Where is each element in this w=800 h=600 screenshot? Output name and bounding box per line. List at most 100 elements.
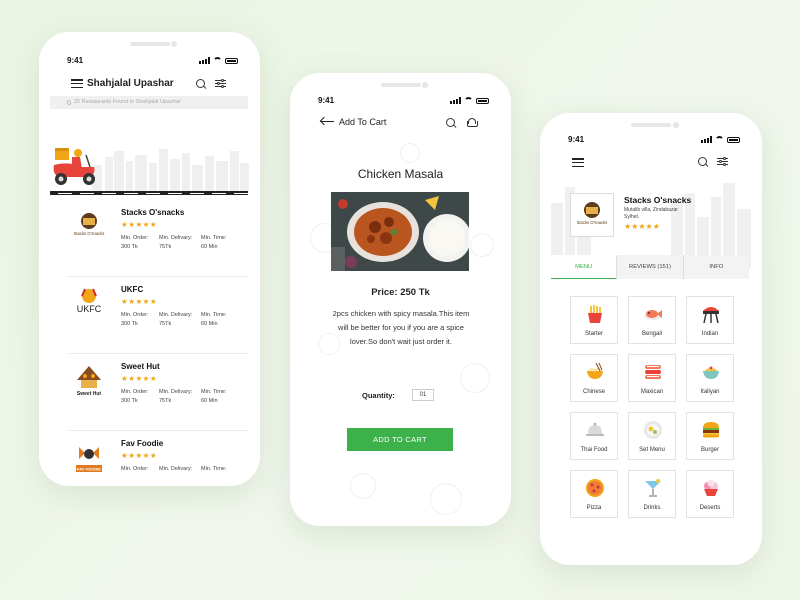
background-doodle — [430, 483, 462, 515]
cocktail-icon — [645, 479, 661, 497]
category-italiyan[interactable]: Italiyan — [686, 354, 734, 402]
logo-text: FAV FOODIE — [77, 467, 101, 472]
category-maxican[interactable]: Maxican — [628, 354, 676, 402]
filter-icon[interactable] — [717, 157, 728, 166]
basket-icon[interactable] — [466, 118, 478, 127]
search-icon[interactable] — [446, 118, 456, 128]
category-set-menu[interactable]: Set Menu — [628, 412, 676, 460]
min-order: Min. Order: — [121, 466, 149, 472]
battery-icon — [225, 57, 238, 64]
logo-text: Stacks O'snacks — [577, 220, 608, 225]
min-time: Min. Time: 60 Min — [201, 235, 227, 250]
pizza-icon — [586, 479, 604, 497]
camera-dot — [422, 82, 428, 88]
min-order: Min. Order: 300 Tk — [121, 312, 149, 327]
restaurant-list-screen: 9:41 Shahjalal Upashar 25 Restaurants Fo… — [39, 32, 260, 486]
restaurant-name: Fav Foodie — [121, 439, 164, 448]
category-grid: Starter Bengali Indian Chinese Maxican I… — [570, 296, 734, 518]
background-doodle — [470, 233, 494, 257]
category-chinese[interactable]: Chinese — [570, 354, 618, 402]
category-label: Italiyan — [700, 389, 720, 395]
rating-stars: ★★★★★ — [121, 451, 158, 460]
location-bar[interactable]: 25 Restaurants Found in Shahjalal Upasha… — [50, 96, 248, 109]
category-label: Chinese — [582, 389, 605, 395]
cloche-icon — [586, 422, 604, 436]
road-divider — [50, 191, 248, 195]
category-starter[interactable]: Starter — [570, 296, 618, 344]
logo-text: UKFC — [77, 304, 102, 314]
restaurant-name: Stacks O'snacks — [121, 208, 185, 217]
category-burger[interactable]: Burger — [686, 412, 734, 460]
category-label: Burger — [700, 447, 719, 453]
speaker-notch — [129, 42, 170, 46]
min-order: Min. Order: 300 Tk — [121, 389, 149, 404]
category-label: Thai Food — [580, 447, 608, 453]
battery-icon — [727, 136, 740, 143]
restaurant-card[interactable]: Sweet Hut Sweet Hut ★★★★★ Min. Order: 300… — [67, 354, 249, 431]
noodle-bowl-icon — [587, 362, 603, 379]
restaurant-card[interactable]: UKFC UKFC ★★★★★ Min. Order: 300 Tk Min. D… — [67, 277, 249, 354]
restaurant-logo: UKFC — [71, 285, 107, 321]
camera-dot — [171, 41, 177, 47]
hamburger-menu-icon[interactable] — [572, 158, 584, 167]
signal-icon — [701, 136, 712, 143]
restaurant-card[interactable]: Stacks O'snacks Stacks O'snacks ★★★★★ Mi… — [67, 200, 249, 277]
background-doodle — [350, 473, 376, 499]
tab-reviews[interactable]: REVIEWS (151) — [616, 255, 682, 279]
category-deserts[interactable]: Deserts — [686, 470, 734, 518]
restaurant-name: Sweet Hut — [121, 362, 160, 371]
restaurant-logo: FAV FOODIE — [71, 439, 107, 475]
status-bar: 9:41 — [39, 56, 260, 68]
rating-stars: ★★★★★ — [624, 222, 660, 231]
tacos-icon — [645, 365, 661, 379]
ice-cream-icon — [704, 479, 718, 496]
camera-dot — [673, 122, 679, 128]
dish-title: Chicken Masala — [357, 167, 444, 181]
quantity-input[interactable]: 01 — [412, 389, 434, 401]
min-delivery: Min. Delivary: 75Tk — [159, 235, 193, 250]
battery-icon — [476, 97, 489, 104]
fish-icon — [644, 310, 662, 320]
dish-description: 2pcs chicken with spicy masala.This item… — [332, 309, 470, 346]
category-thai-food[interactable]: Thai Food — [570, 412, 618, 460]
status-bar: 9:41 — [540, 135, 762, 147]
location-text: 25 Restaurants Found in Shahjalal Upasha… — [74, 99, 181, 105]
status-time: 9:41 — [67, 56, 84, 65]
min-time: Min. Time: 60 Min — [201, 312, 227, 327]
restaurant-menu-screen: 9:41 Stacks O'snacks Stacks O'snacks Mut… — [540, 113, 762, 565]
signal-icon — [199, 57, 210, 64]
restaurant-card[interactable]: FAV FOODIE Fav Foodie ★★★★★ Min. Order: … — [67, 431, 249, 486]
search-icon[interactable] — [196, 79, 206, 89]
category-bengali[interactable]: Bengali — [628, 296, 676, 344]
tab-menu[interactable]: MENU — [551, 255, 617, 279]
category-drinks[interactable]: Drinks — [628, 470, 676, 518]
dish-photo — [331, 192, 469, 271]
hamburger-menu-icon[interactable] — [71, 79, 83, 88]
grill-icon — [703, 307, 719, 324]
status-time: 9:41 — [568, 135, 585, 144]
logo-text: Sweet Hut — [77, 391, 102, 397]
tab-info[interactable]: INFO — [682, 255, 749, 279]
speaker-notch — [631, 123, 671, 127]
category-label: Pizza — [586, 505, 602, 511]
burger-icon — [703, 422, 719, 438]
category-pizza[interactable]: Pizza — [570, 470, 618, 518]
restaurant-address: Mutalib villa, Zindabazar Sylhet. — [624, 207, 678, 220]
wifi-icon — [715, 136, 724, 143]
page-title: Add To Cart — [339, 117, 387, 127]
category-label: Set Menu — [639, 447, 665, 453]
category-indian[interactable]: Indian — [686, 296, 734, 344]
filter-icon[interactable] — [215, 79, 226, 88]
fries-icon — [588, 305, 602, 323]
back-arrow-icon[interactable] — [319, 116, 334, 127]
restaurant-list: Stacks O'snacks Stacks O'snacks ★★★★★ Mi… — [67, 200, 249, 486]
category-label: Bengali — [641, 331, 662, 337]
restaurant-logo: Sweet Hut — [71, 362, 107, 398]
wifi-icon — [213, 57, 222, 64]
search-icon[interactable] — [698, 157, 708, 167]
category-label: Deserts — [699, 505, 721, 511]
location-pin-icon — [65, 99, 73, 106]
add-to-cart-button[interactable]: ADD TO CART — [347, 428, 453, 451]
page-title: Shahjalal Upashar — [87, 78, 174, 89]
min-order: Min. Order: 300 Tk — [121, 235, 149, 250]
